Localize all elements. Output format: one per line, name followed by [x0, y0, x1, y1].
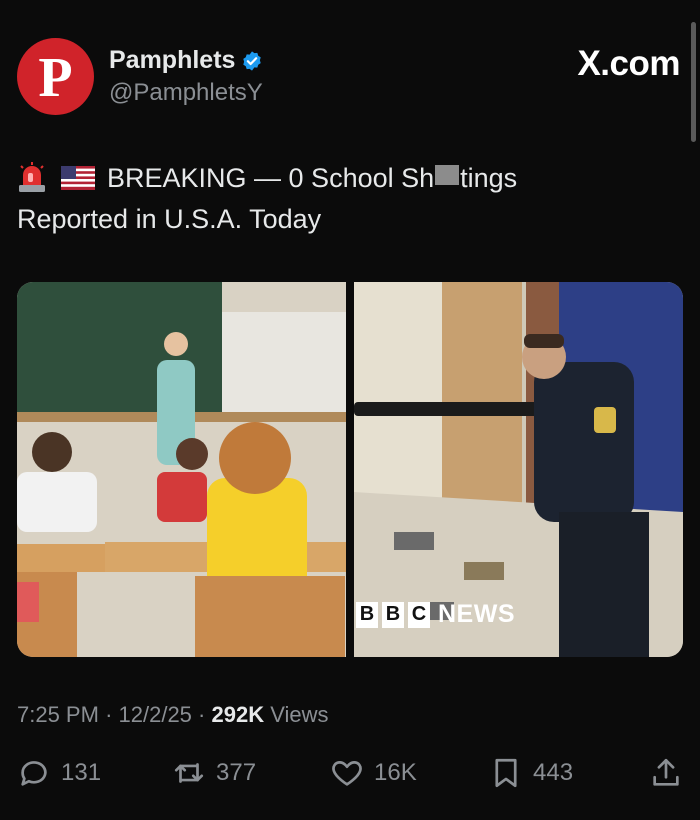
site-watermark: X.com — [577, 44, 680, 83]
tweet-header: P Pamphlets @PamphletsY X.com — [17, 38, 683, 118]
repost-count: 377 — [216, 759, 257, 786]
bbc-letter: C — [408, 601, 430, 628]
bookmark-count: 443 — [533, 759, 574, 786]
post-date[interactable]: 12/2/25 — [119, 702, 192, 727]
repost-icon — [174, 763, 204, 783]
bookmark-button[interactable]: 443 — [489, 756, 573, 790]
classroom-illustration — [17, 282, 346, 657]
handle[interactable]: @PamphletsY — [109, 79, 263, 107]
share-icon — [653, 758, 679, 786]
media-image-bbc[interactable]: B B C NEWS — [354, 282, 683, 657]
like-button[interactable]: 16K — [330, 756, 417, 790]
bbc-news-logo: B B C NEWS — [356, 600, 515, 629]
avatar[interactable]: P — [17, 38, 94, 115]
verified-badge-icon — [243, 50, 262, 71]
police-light-icon — [19, 162, 45, 192]
heart-icon — [332, 761, 362, 786]
media-grid: B B C NEWS — [17, 282, 683, 657]
post-text-part2: tings — [460, 163, 518, 193]
views-count: 292K — [211, 702, 265, 727]
like-count: 16K — [374, 759, 417, 786]
scrollbar[interactable] — [691, 22, 696, 142]
bbc-letter: B — [382, 601, 404, 628]
action-bar: 131 377 16K 443 — [17, 756, 683, 798]
views-label: Views — [270, 702, 329, 727]
reply-count: 131 — [61, 759, 102, 786]
post-time[interactable]: 7:25 PM — [17, 702, 99, 727]
censor-block — [435, 165, 460, 185]
us-flag-icon — [61, 166, 95, 190]
display-name[interactable]: Pamphlets — [109, 46, 235, 75]
post-text-part1: BREAKING — 0 School Sh — [107, 163, 435, 193]
bookmark-icon — [495, 758, 517, 788]
bbc-news-text: NEWS — [438, 600, 515, 628]
bbc-letter: B — [356, 601, 378, 628]
repost-button[interactable]: 377 — [172, 756, 256, 790]
post-meta: 7:25 PM · 12/2/25 · 292K Views — [17, 702, 329, 728]
name-row: Pamphlets — [109, 46, 263, 75]
meta-separator: · — [105, 702, 113, 727]
post-text-line2: Reported in U.S.A. Today — [17, 204, 322, 234]
post-text: BREAKING — 0 School Sh tings Reported in U… — [17, 158, 677, 240]
reply-icon — [21, 761, 47, 786]
media-image-classroom[interactable] — [17, 282, 346, 657]
reply-button[interactable]: 131 — [17, 756, 101, 790]
meta-separator: · — [198, 702, 206, 727]
avatar-letter: P — [38, 46, 73, 109]
share-button[interactable] — [649, 756, 683, 790]
